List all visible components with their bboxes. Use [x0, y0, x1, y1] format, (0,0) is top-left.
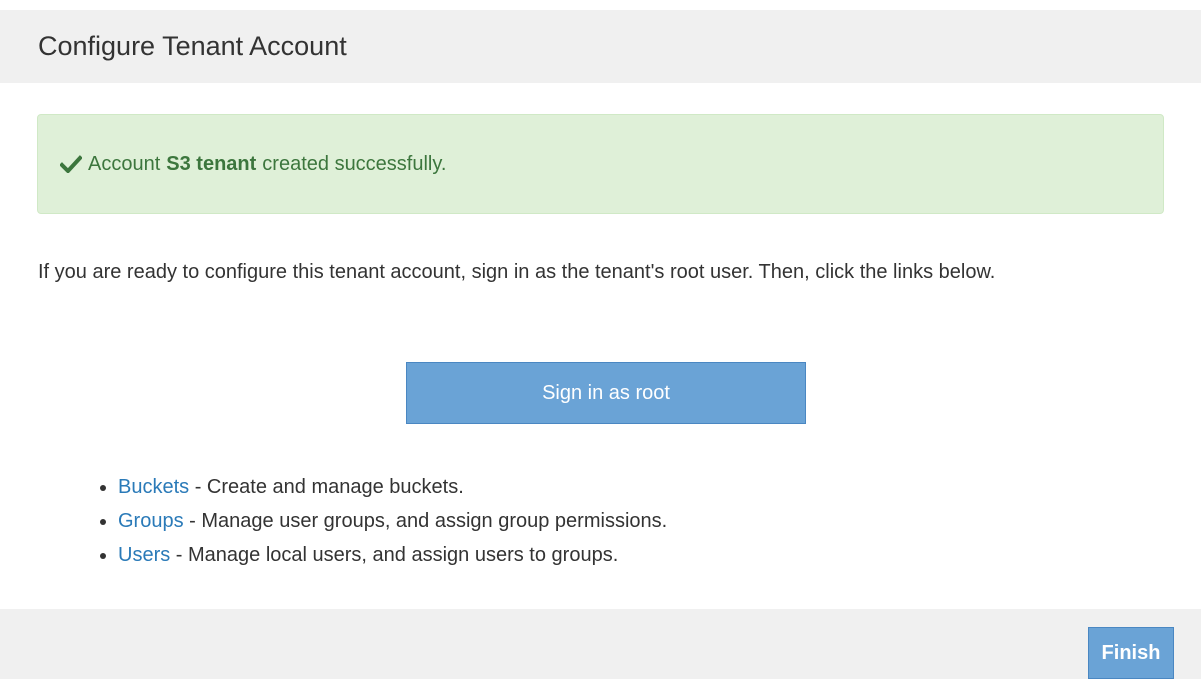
links-list: Buckets - Create and manage buckets. Gro…	[96, 470, 667, 572]
alert-suffix: created successfully.	[262, 152, 447, 175]
success-alert: Account S3 tenant created successfully.	[37, 114, 1164, 214]
buckets-description: - Create and manage buckets.	[189, 476, 464, 498]
users-description: - Manage local users, and assign users t…	[170, 544, 619, 566]
page-title: Configure Tenant Account	[38, 31, 347, 61]
dialog-header: Configure Tenant Account	[0, 10, 1201, 83]
configure-tenant-dialog: Configure Tenant Account Account S3 tena…	[0, 0, 1201, 679]
alert-prefix: Account	[88, 152, 161, 175]
checkmark-icon	[60, 155, 82, 173]
list-item-users: Users - Manage local users, and assign u…	[118, 538, 667, 572]
list-item-groups: Groups - Manage user groups, and assign …	[118, 504, 667, 538]
groups-link[interactable]: Groups	[118, 510, 184, 532]
groups-description: - Manage user groups, and assign group p…	[183, 510, 668, 532]
instructions-text: If you are ready to configure this tenan…	[38, 261, 996, 283]
buckets-link[interactable]: Buckets	[118, 476, 189, 498]
list-item-buckets: Buckets - Create and manage buckets.	[118, 470, 667, 504]
finish-button[interactable]: Finish	[1088, 627, 1174, 679]
sign-in-as-root-button[interactable]: Sign in as root	[406, 362, 806, 424]
alert-account-name: S3 tenant	[166, 152, 257, 175]
dialog-footer: Finish	[0, 609, 1201, 679]
users-link[interactable]: Users	[118, 544, 170, 566]
